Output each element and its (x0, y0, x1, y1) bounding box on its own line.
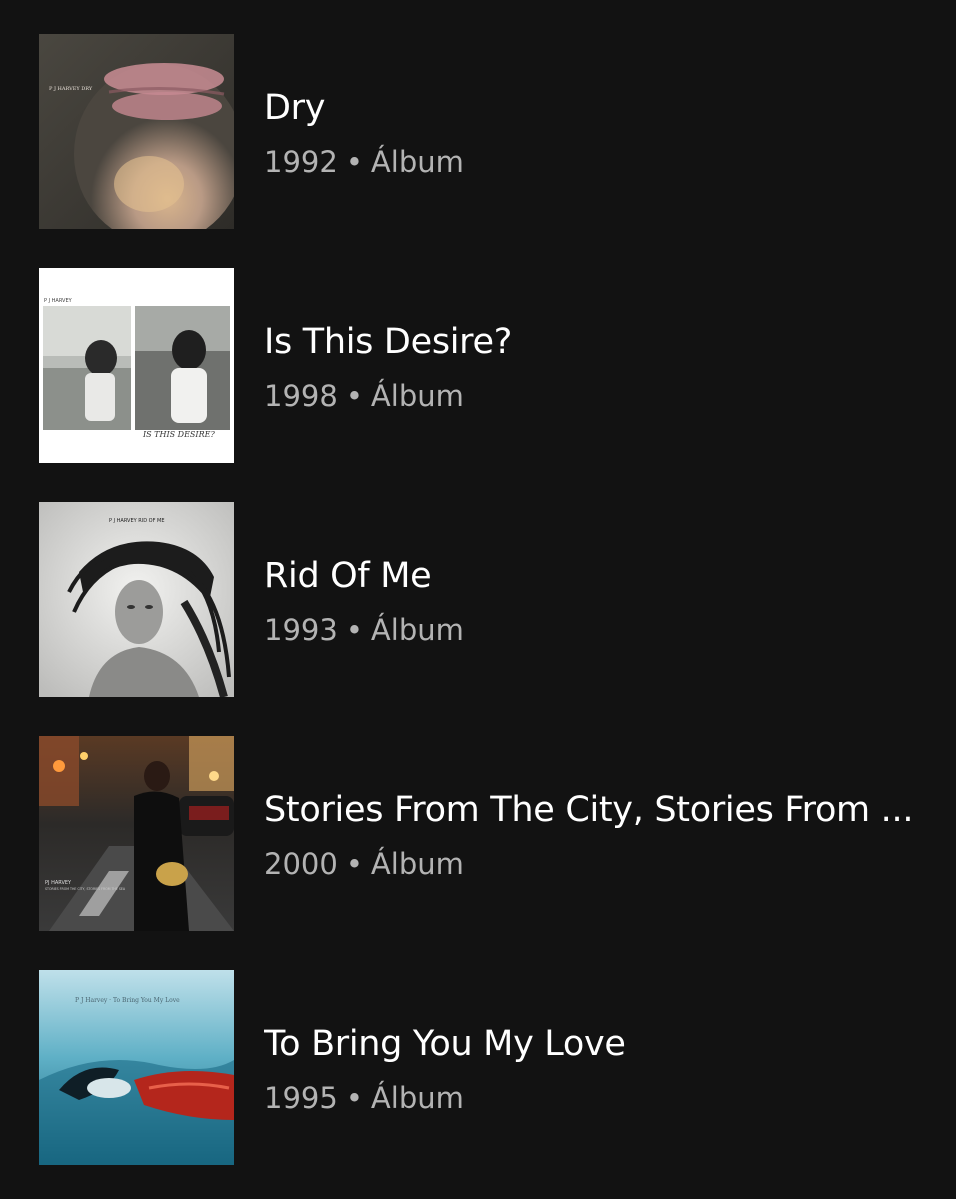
album-meta: 1993 • Álbum (264, 611, 464, 649)
album-year: 1995 (264, 1081, 338, 1115)
album-cover-to-bring-you-my-love: P J Harvey · To Bring You My Love (39, 970, 234, 1165)
album-row-dry[interactable]: P J HARVEY DRY Dry 1992 • Álbum (0, 0, 956, 234)
album-year: 2000 (264, 847, 338, 881)
album-cover-dry: P J HARVEY DRY (39, 34, 234, 229)
album-cover-rid-of-me: P J HARVEY RID OF ME (39, 502, 234, 697)
album-type: Álbum (370, 847, 464, 881)
love-cover-text: P J Harvey · To Bring You My Love (75, 997, 180, 1004)
separator-dot: • (345, 847, 363, 881)
separator-dot: • (345, 379, 363, 413)
desire-cover-text-2: IS THIS DESIRE? (142, 430, 215, 439)
album-row-stories-from-the-city[interactable]: PJ HARVEY STORIES FROM THE CITY, STORIES… (0, 702, 956, 936)
album-meta: 1998 • Álbum (264, 377, 464, 415)
album-list: P J HARVEY DRY Dry 1992 • Álbum P J HARV… (0, 0, 956, 1199)
album-cover-to-bring-art: P J Harvey · To Bring You My Love (39, 970, 234, 1165)
album-meta: 1992 • Álbum (264, 143, 464, 181)
album-meta: 2000 • Álbum (264, 845, 464, 883)
album-cover-rid-of-me-art: P J HARVEY RID OF ME (39, 502, 234, 697)
album-year: 1993 (264, 613, 338, 647)
stories-cover-text-2: STORIES FROM THE CITY, STORIES FROM THE … (45, 887, 126, 891)
album-title: To Bring You My Love (264, 1024, 626, 1064)
album-cover-stories-from-the-city: PJ HARVEY STORIES FROM THE CITY, STORIES… (39, 736, 234, 931)
album-year: 1998 (264, 379, 338, 413)
dry-cover-text: P J HARVEY DRY (49, 86, 93, 92)
album-cover-is-this-desire: P J HARVEY IS THIS DESIRE? (39, 268, 234, 463)
album-row-is-this-desire[interactable]: P J HARVEY IS THIS DESIRE? Is This Desir… (0, 234, 956, 468)
album-type: Álbum (370, 613, 464, 647)
album-year: 1992 (264, 145, 338, 179)
album-title: Stories From The City, Stories From ... (264, 790, 914, 830)
album-title: Is This Desire? (264, 322, 513, 362)
album-title: Dry (264, 88, 326, 128)
album-row-rid-of-me[interactable]: P J HARVEY RID OF ME Rid Of Me 1993 • Álbu… (0, 468, 956, 702)
stories-cover-text: PJ HARVEY (45, 880, 72, 886)
separator-dot: • (345, 1081, 363, 1115)
album-cover-is-this-desire-art: P J HARVEY IS THIS DESIRE? (39, 268, 234, 463)
album-type: Álbum (370, 379, 464, 413)
album-type: Álbum (370, 145, 464, 179)
album-title: Rid Of Me (264, 556, 432, 596)
album-row-to-bring-you-my-love[interactable]: P J Harvey · To Bring You My Love To Bri… (0, 936, 956, 1170)
album-type: Álbum (370, 1081, 464, 1115)
album-cover-stories-art: PJ HARVEY STORIES FROM THE CITY, STORIES… (39, 736, 234, 931)
album-meta: 1995 • Álbum (264, 1079, 464, 1117)
album-cover-dry-art: P J HARVEY DRY (39, 34, 234, 229)
separator-dot: • (345, 145, 363, 179)
separator-dot: • (345, 613, 363, 647)
desire-cover-text: P J HARVEY (44, 298, 73, 304)
rid-cover-text: P J HARVEY RID OF ME (109, 518, 165, 524)
